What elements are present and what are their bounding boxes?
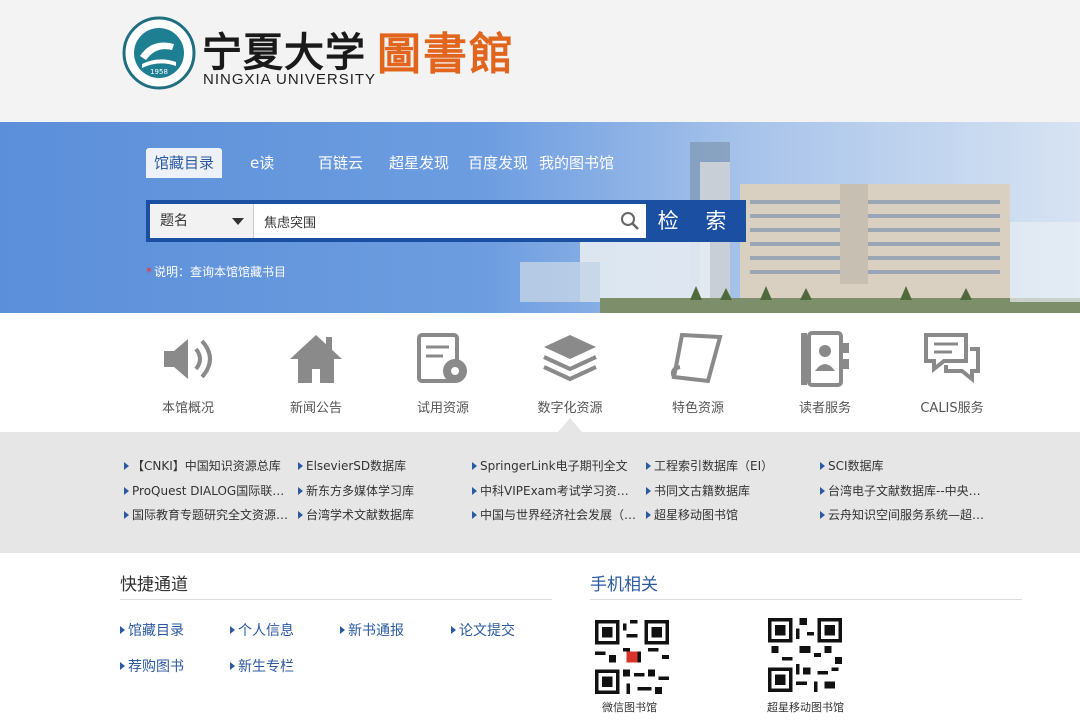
- quick-access-divider: [120, 599, 552, 600]
- university-seal-icon: 1958: [122, 16, 196, 90]
- db-link[interactable]: 超星移动图书馆: [646, 506, 806, 523]
- service-label: 本馆概况: [161, 401, 214, 416]
- speaker-icon: [164, 339, 212, 379]
- db-link[interactable]: 工程索引数据库（EI）: [646, 457, 806, 474]
- search-note-text: 说明：查询本馆馆藏书目: [154, 265, 287, 279]
- quick-link-freshman[interactable]: 新生专栏: [230, 656, 294, 676]
- search-banner: 馆藏目录 e读 百链云 超星发现 百度发现 我的图书馆 题名 检 索 *说明：查…: [0, 122, 1080, 313]
- service-calis[interactable]: CALIS服务: [897, 329, 1007, 429]
- wechat-library-label: 微信图书馆: [602, 701, 657, 714]
- service-news[interactable]: 新闻公告: [261, 329, 371, 429]
- book-page-icon: [670, 332, 723, 384]
- logo-library-name: 圖書館: [377, 29, 515, 80]
- db-link[interactable]: ElsevierSD数据库: [298, 457, 458, 474]
- db-link[interactable]: 云舟知识空间服务系统—超星...: [820, 506, 990, 523]
- svg-text:1958: 1958: [150, 68, 168, 76]
- search-field-value: 题名: [160, 213, 188, 229]
- document-gear-icon: [417, 333, 467, 383]
- search-bar: 题名 检 索: [146, 200, 746, 242]
- service-label: 读者服务: [798, 401, 851, 416]
- db-link[interactable]: 中科VIPExam考试学习资源数...: [472, 482, 640, 499]
- service-digital[interactable]: 数字化资源: [515, 329, 625, 429]
- quick-link-recommend-books[interactable]: 荐购图书: [120, 656, 184, 676]
- quick-access-title: 快捷通道: [120, 575, 188, 595]
- db-link[interactable]: 台湾学术文献数据库: [298, 506, 458, 523]
- search-button[interactable]: 检 索: [648, 200, 746, 242]
- logo-university-name: 宁夏大学: [202, 29, 366, 76]
- mobile-divider: [590, 599, 1022, 600]
- service-label: 试用资源: [416, 401, 469, 416]
- service-reader[interactable]: 读者服务: [770, 329, 880, 429]
- db-link[interactable]: 国际教育专题研究全文资源库...: [124, 506, 290, 523]
- db-link[interactable]: 新东方多媒体学习库: [298, 482, 458, 499]
- tab-chaoxing-discovery[interactable]: 超星发现: [389, 148, 449, 178]
- active-pointer: [558, 418, 582, 432]
- db-link[interactable]: 【CNKI】中国知识资源总库: [124, 457, 290, 474]
- search-icon[interactable]: [614, 204, 646, 238]
- db-link[interactable]: 台湾电子文献数据库--中央研...: [820, 482, 990, 499]
- quick-link-catalog[interactable]: 馆藏目录: [120, 620, 184, 640]
- wechat-library-qr-icon[interactable]: [595, 620, 669, 694]
- tab-baidu-discovery[interactable]: 百度发现: [468, 148, 528, 178]
- service-icons: 本馆概况 新闻公告 试用资源 数字化资源 特色资源 读者服务 CALIS服务: [0, 313, 1080, 433]
- quick-link-personal-info[interactable]: 个人信息: [230, 620, 294, 640]
- search-note: * 说明：查询本馆馆藏书目: [146, 263, 286, 280]
- chaoxing-mobile-label: 超星移动图书馆: [767, 701, 844, 714]
- quick-link-thesis-submit[interactable]: 论文提交: [451, 620, 515, 640]
- library-homepage: 1958 宁夏大学 圖書館 NINGXIA UNIVERSITY 馆藏目录 e读…: [0, 0, 1080, 726]
- service-label: 新闻公告: [289, 401, 342, 416]
- service-about[interactable]: 本馆概况: [133, 329, 243, 429]
- asterisk-icon: *: [146, 265, 152, 279]
- service-label: 数字化资源: [537, 401, 603, 416]
- service-label: CALIS服务: [920, 401, 984, 416]
- database-links: 【CNKI】中国知识资源总库 ElsevierSD数据库 SpringerLin…: [0, 432, 1080, 553]
- chevron-down-icon: [232, 218, 244, 225]
- db-link[interactable]: SCI数据库: [820, 457, 990, 474]
- db-link[interactable]: ProQuest DIALOG国际联机检...: [124, 482, 290, 499]
- chaoxing-mobile-qr-icon[interactable]: [768, 618, 842, 692]
- service-special[interactable]: 特色资源: [643, 329, 753, 429]
- layers-icon: [543, 335, 597, 382]
- quick-link-new-books[interactable]: 新书通报: [340, 620, 404, 640]
- home-icon: [290, 335, 342, 383]
- search-input[interactable]: [254, 204, 644, 238]
- mobile-title: 手机相关: [590, 575, 658, 595]
- db-link[interactable]: SpringerLink电子期刊全文: [472, 457, 632, 474]
- db-link[interactable]: 书同文古籍数据库: [646, 482, 806, 499]
- tab-catalog[interactable]: 馆藏目录: [146, 148, 223, 178]
- search-field-select[interactable]: 题名: [150, 204, 254, 238]
- logo-english-name: NINGXIA UNIVERSITY: [203, 71, 377, 88]
- contact-card-icon: [801, 331, 849, 387]
- service-trial[interactable]: 试用资源: [388, 329, 498, 429]
- tab-my-library[interactable]: 我的图书馆: [539, 148, 614, 178]
- chat-bubbles-icon: [924, 333, 980, 384]
- service-label: 特色资源: [671, 401, 724, 416]
- tab-bailian[interactable]: 百链云: [318, 148, 363, 178]
- tab-e-read[interactable]: e读: [250, 148, 274, 178]
- site-header: 1958 宁夏大学 圖書館 NINGXIA UNIVERSITY: [0, 0, 1080, 122]
- db-link[interactable]: 中国与世界经济社会发展（皮...: [472, 506, 640, 523]
